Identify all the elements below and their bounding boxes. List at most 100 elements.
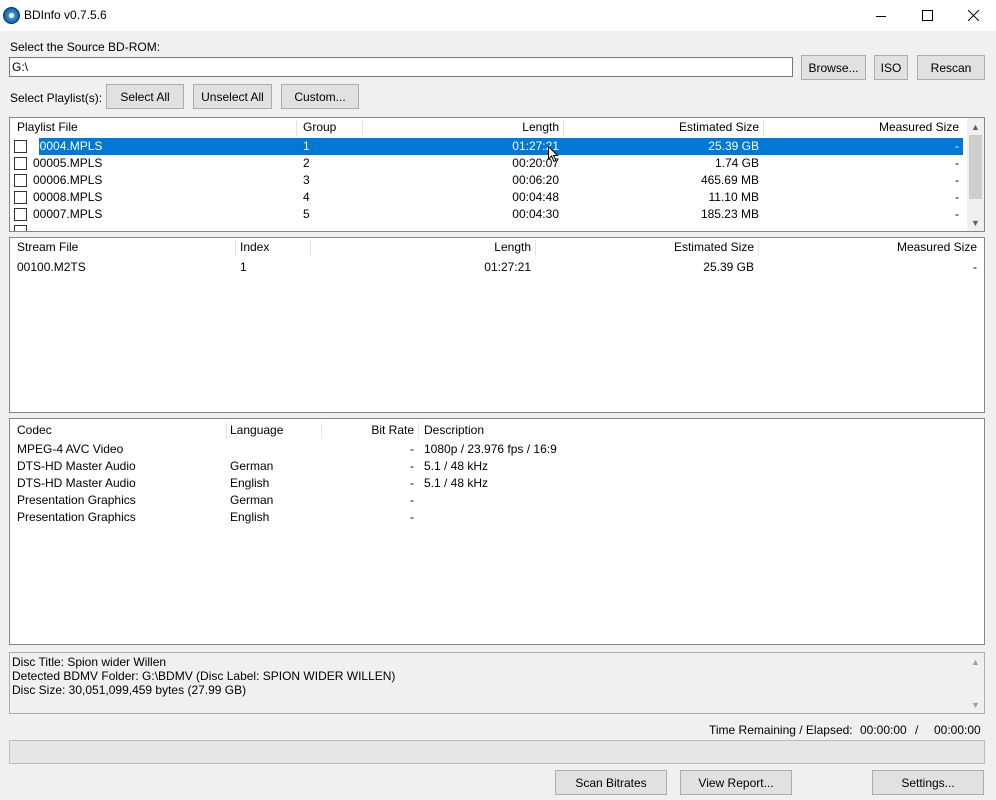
iso-button[interactable]: ISO xyxy=(874,55,908,80)
codec-bit-rate: - xyxy=(410,493,414,507)
stream-list[interactable]: Stream File Index Length Estimated Size … xyxy=(9,237,985,413)
playlist-file: 00008.MPLS xyxy=(33,190,103,204)
minimize-button[interactable] xyxy=(858,0,904,31)
playlist-estimated-size: 11.10 MB xyxy=(708,190,759,204)
select-playlist-label: Select Playlist(s): xyxy=(10,91,103,105)
rescan-button[interactable]: Rescan xyxy=(917,55,985,80)
playlist-file: 00004.MPLS xyxy=(33,139,103,153)
bdmv-folder-line: Detected BDMV Folder: G:\BDMV (Disc Labe… xyxy=(12,669,396,683)
codec-name: Presentation Graphics xyxy=(17,493,136,507)
col-divider xyxy=(226,423,227,439)
select-all-button[interactable]: Select All xyxy=(106,84,184,109)
col-header-estimated-size[interactable]: Estimated Size xyxy=(564,118,759,136)
col-header-measured-size[interactable]: Measured Size xyxy=(759,238,977,256)
playlist-file: 00005.MPLS xyxy=(33,156,103,170)
playlist-measured-size: - xyxy=(955,190,959,204)
close-icon xyxy=(967,10,979,21)
playlist-measured-size: - xyxy=(955,173,959,187)
codec-bit-rate: - xyxy=(410,476,414,490)
codec-bit-rate: - xyxy=(410,459,414,473)
playlist-length: 01:27:21 xyxy=(512,139,559,153)
time-separator: / xyxy=(915,723,919,737)
playlist-estimated-size: 465.69 MB xyxy=(700,173,759,187)
playlist-scrollbar[interactable]: ▲ ▼ xyxy=(967,118,984,231)
playlist-group: 3 xyxy=(303,173,310,187)
playlist-length: 00:06:20 xyxy=(512,173,559,187)
codec-name: MPEG-4 AVC Video xyxy=(17,442,124,456)
col-header-measured-size[interactable]: Measured Size xyxy=(764,118,959,136)
mouse-cursor-icon xyxy=(548,146,559,163)
playlist-checkbox[interactable] xyxy=(14,191,27,204)
time-remaining: 00:00:00 xyxy=(860,723,907,737)
col-divider xyxy=(296,120,297,136)
info-scrollbar[interactable]: ▲ ▼ xyxy=(967,653,984,713)
playlist-checkbox[interactable] xyxy=(14,174,27,187)
codec-language: German xyxy=(230,459,274,473)
col-header-playlist-file[interactable]: Playlist File xyxy=(17,118,78,136)
col-header-length[interactable]: Length xyxy=(363,118,559,136)
col-header-group[interactable]: Group xyxy=(303,118,336,136)
col-header-codec[interactable]: Codec xyxy=(17,421,52,439)
codec-bit-rate: - xyxy=(410,442,414,456)
col-header-estimated-size[interactable]: Estimated Size xyxy=(536,238,754,256)
scroll-down-icon[interactable]: ▼ xyxy=(967,696,984,713)
source-label: Select the Source BD-ROM: xyxy=(10,40,161,54)
view-report-button[interactable]: View Report... xyxy=(680,770,792,795)
unselect-all-button[interactable]: Unselect All xyxy=(193,84,272,109)
disc-info-textbox[interactable]: Disc Title: Spion wider Willen Detected … xyxy=(9,652,985,714)
playlist-checkbox[interactable] xyxy=(14,157,27,170)
playlist-group: 4 xyxy=(303,190,310,204)
disc-title-line: Disc Title: Spion wider Willen xyxy=(12,655,167,669)
maximize-button[interactable] xyxy=(904,0,950,31)
codec-description: 5.1 / 48 kHz xyxy=(424,459,489,473)
playlist-group: 2 xyxy=(303,156,310,170)
scroll-up-icon[interactable]: ▲ xyxy=(967,653,984,670)
codec-language: English xyxy=(230,476,270,490)
time-label: Time Remaining / Elapsed: xyxy=(709,723,853,737)
stream-length: 01:27:21 xyxy=(484,260,531,274)
col-header-bit-rate[interactable]: Bit Rate xyxy=(322,421,414,439)
playlist-estimated-size: 1.74 GB xyxy=(714,156,759,170)
col-header-description[interactable]: Description xyxy=(424,421,484,439)
col-divider xyxy=(418,423,419,439)
playlist-file: 00006.MPLS xyxy=(33,173,103,187)
playlist-checkbox[interactable] xyxy=(14,140,27,153)
codec-name: DTS-HD Master Audio xyxy=(17,459,136,473)
scroll-up-icon[interactable]: ▲ xyxy=(967,118,984,135)
scan-progress-bar xyxy=(9,740,985,764)
codec-language: German xyxy=(230,493,274,507)
col-divider xyxy=(235,240,236,256)
scan-bitrates-button[interactable]: Scan Bitrates xyxy=(555,770,667,795)
col-header-index[interactable]: Index xyxy=(240,238,269,256)
playlist-length: 00:20:07 xyxy=(512,156,559,170)
time-elapsed: 00:00:00 xyxy=(934,723,981,737)
playlist-group: 1 xyxy=(303,139,310,153)
scroll-thumb[interactable] xyxy=(969,135,982,199)
col-header-language[interactable]: Language xyxy=(230,421,283,439)
browse-button[interactable]: Browse... xyxy=(801,55,866,80)
stream-index: 1 xyxy=(240,260,247,274)
playlist-estimated-size: 25.39 GB xyxy=(708,139,759,153)
custom-button[interactable]: Custom... xyxy=(281,84,359,109)
close-button[interactable] xyxy=(950,0,996,31)
playlist-checkbox[interactable] xyxy=(14,225,27,231)
minimize-icon xyxy=(876,15,886,17)
col-header-stream-file[interactable]: Stream File xyxy=(17,238,78,256)
playlist-length: 00:04:30 xyxy=(512,207,559,221)
playlist-checkbox[interactable] xyxy=(14,208,27,221)
playlist-list[interactable]: Playlist File Group Length Estimated Siz… xyxy=(9,117,985,232)
maximize-icon xyxy=(921,10,933,21)
title-bar: BDInfo v0.7.5.6 xyxy=(0,0,996,31)
disc-size-line: Disc Size: 30,051,099,459 bytes (27.99 G… xyxy=(12,683,247,697)
scroll-down-icon[interactable]: ▼ xyxy=(967,214,984,231)
codec-language: English xyxy=(230,510,270,524)
codec-list[interactable]: Codec Language Bit Rate Description MPEG… xyxy=(9,418,985,645)
source-path-input[interactable]: G:\ xyxy=(9,57,793,77)
playlist-group: 5 xyxy=(303,207,310,221)
settings-button[interactable]: Settings... xyxy=(872,770,984,795)
playlist-measured-size: - xyxy=(955,207,959,221)
window-title: BDInfo v0.7.5.6 xyxy=(24,8,107,22)
playlist-estimated-size: 185.23 MB xyxy=(700,207,759,221)
col-header-length[interactable]: Length xyxy=(311,238,531,256)
codec-name: Presentation Graphics xyxy=(17,510,136,524)
